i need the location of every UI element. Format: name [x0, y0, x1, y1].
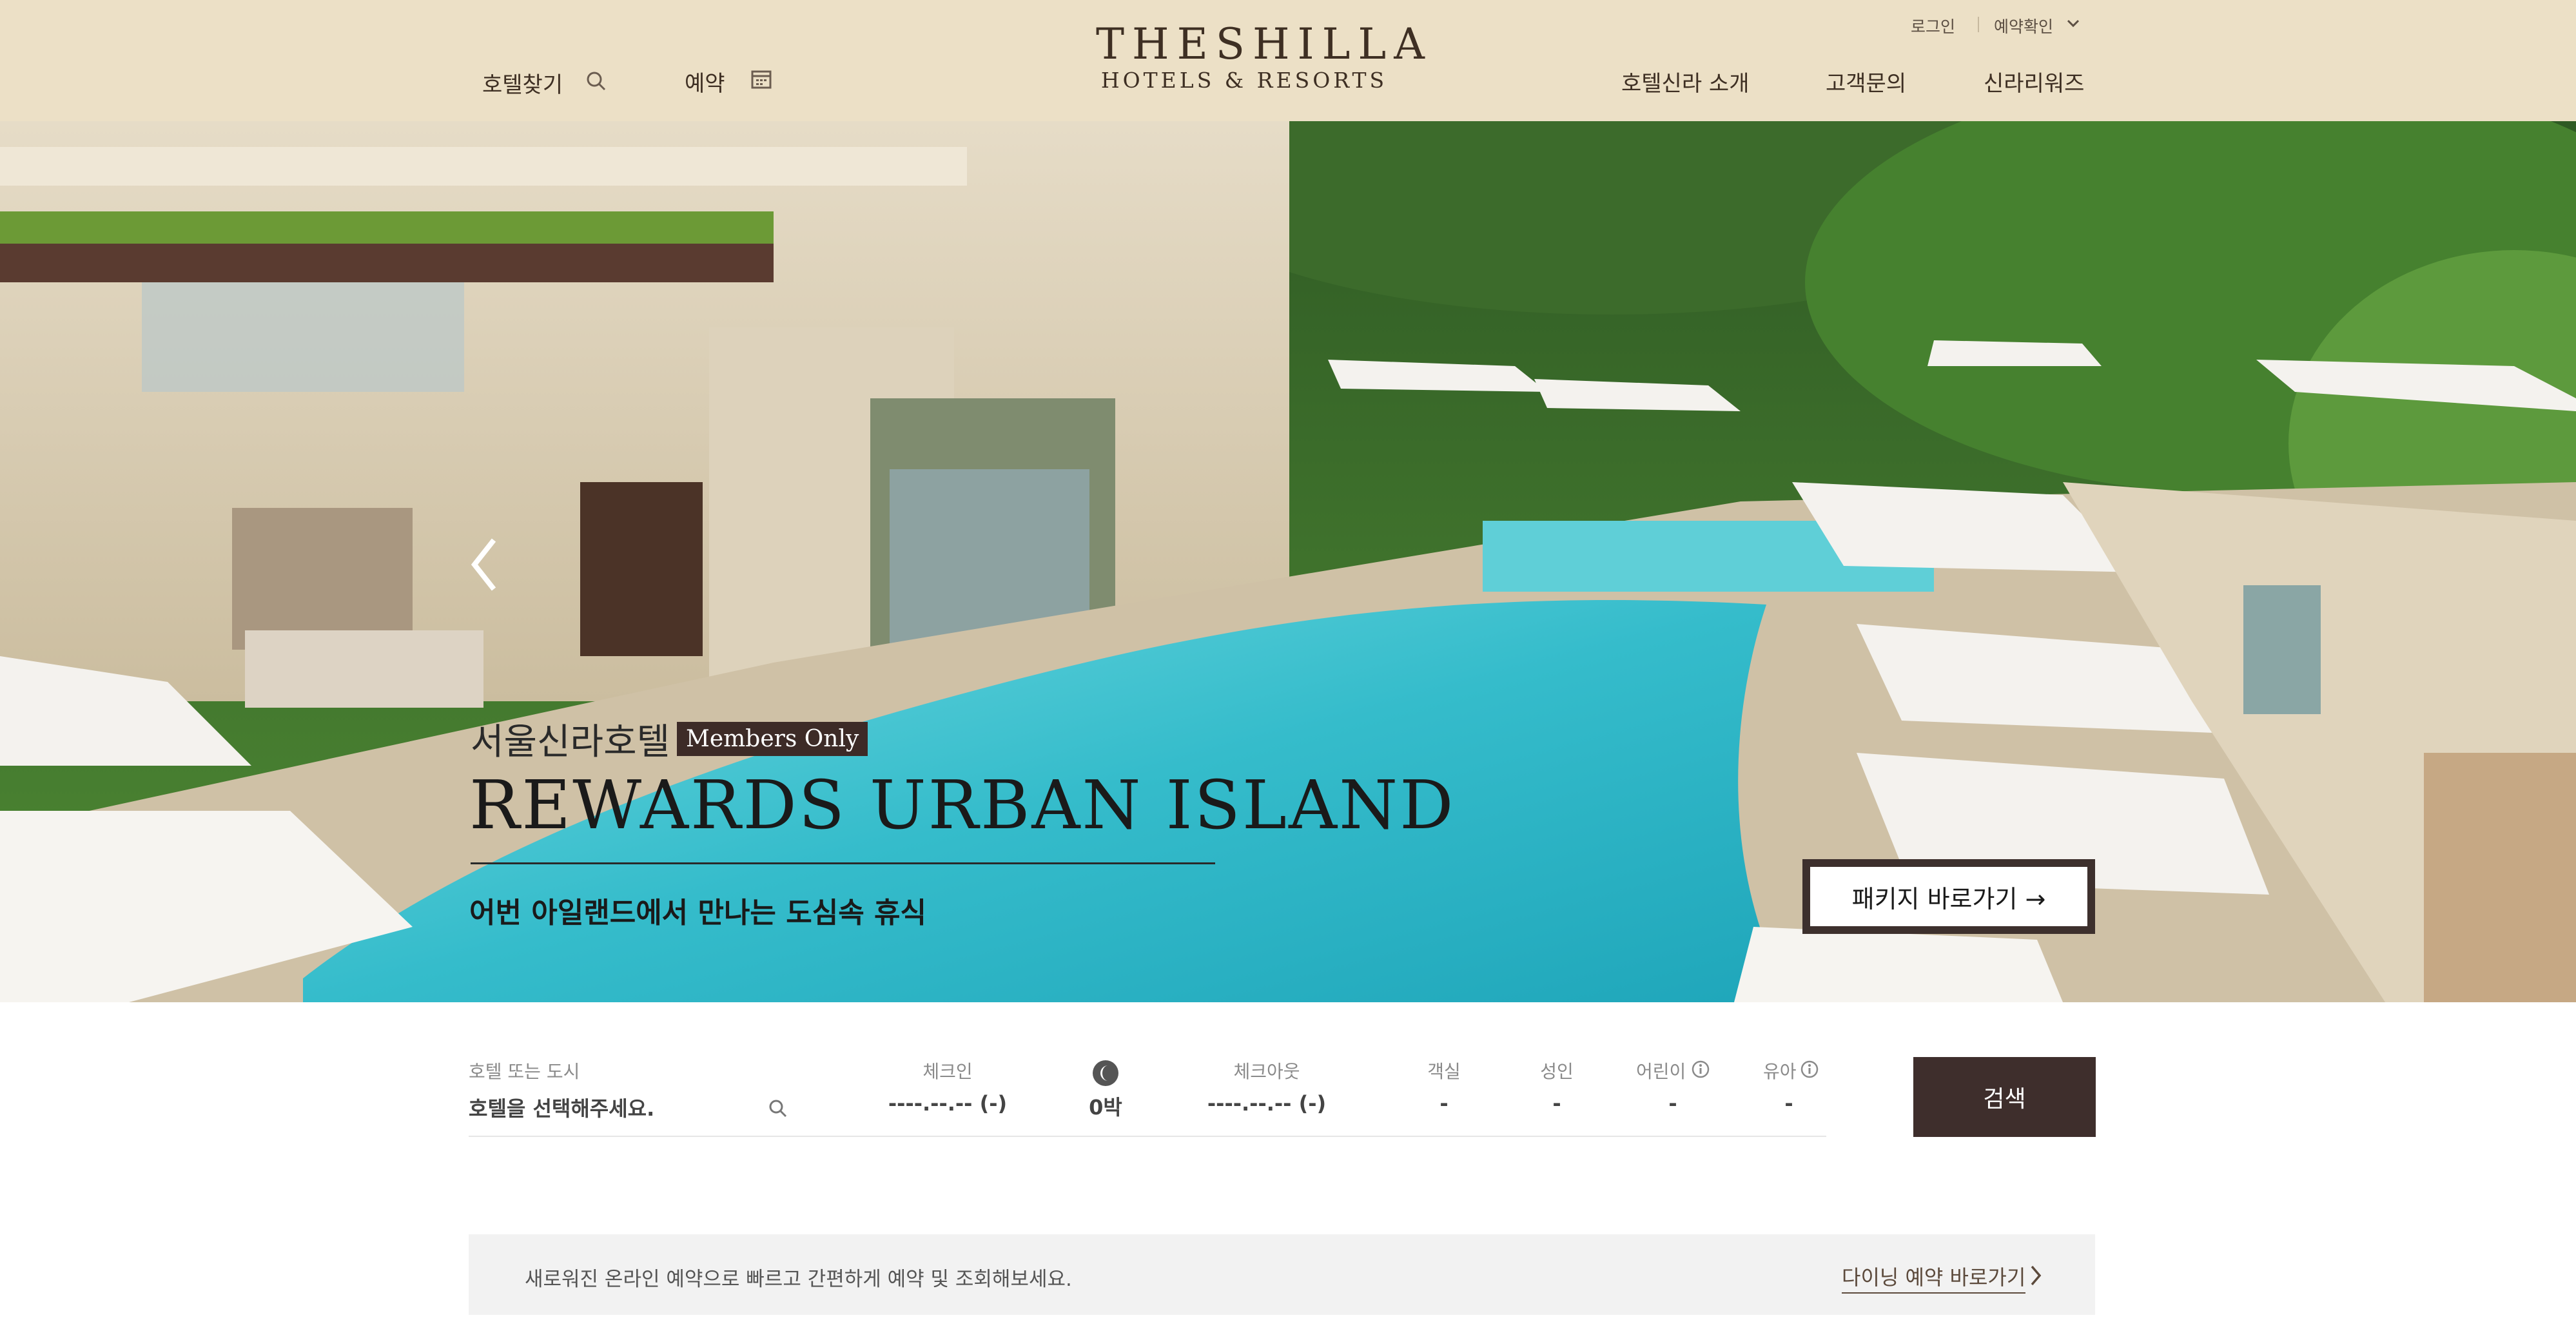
adults-field[interactable]: -: [1525, 1091, 1589, 1116]
nav-item-about-label: 호텔신라 소개: [1621, 71, 1750, 97]
children-label: 어린이: [1636, 1061, 1686, 1082]
hero-description: 어번 아일랜드에서 만나는 도심속 휴식: [469, 897, 926, 929]
checkout-value: ----.--.-- (-): [1207, 1091, 1327, 1116]
adults-label: 성인: [1540, 1061, 1574, 1082]
hero-image: [0, 121, 2576, 1002]
hotel-placeholder: 호텔을 선택해주세요.: [469, 1096, 655, 1121]
nav-item-contact[interactable]: 고객문의: [1826, 66, 1906, 97]
infants-label: 유아: [1763, 1061, 1797, 1082]
moon-icon: [1093, 1060, 1118, 1086]
children-label-wrap: 어린이: [1636, 1058, 1686, 1083]
nights-value: 0박: [1089, 1095, 1122, 1120]
rooms-label: 객실: [1427, 1061, 1461, 1082]
dining-reservation-label: 다이닝 예약 바로가기: [1842, 1265, 2026, 1290]
nav-item-rewards[interactable]: 신라리워즈: [1984, 66, 2084, 97]
chevron-down-icon[interactable]: [2066, 18, 2080, 28]
hotel-search-link[interactable]: 호텔찾기: [482, 67, 563, 99]
search-icon[interactable]: [767, 1098, 789, 1120]
infants-field[interactable]: -: [1757, 1091, 1821, 1116]
children-field[interactable]: -: [1641, 1091, 1705, 1116]
reservation-label: 예약: [685, 71, 725, 97]
checkin-date-field[interactable]: ----.--.-- (-): [857, 1091, 1038, 1116]
checkin-value: ----.--.-- (-): [888, 1091, 1008, 1116]
info-icon[interactable]: [1692, 1060, 1710, 1078]
hotel-search-label: 호텔찾기: [482, 72, 563, 98]
hero-subtitle: 서울신라호텔: [471, 721, 670, 763]
checkout-label: 체크아웃: [1233, 1061, 1300, 1082]
nav-item-rewards-label: 신라리워즈: [1984, 71, 2085, 97]
notice-text: 새로워진 온라인 예약으로 빠르고 간편하게 예약 및 조회해보세요.: [525, 1268, 1072, 1291]
adults-value: -: [1552, 1091, 1561, 1116]
package-button-label: 패키지 바로가기 →: [1851, 884, 2046, 913]
infants-label-wrap: 유아: [1763, 1058, 1797, 1083]
logo-main-text: THESHILLA: [1096, 19, 1432, 69]
search-button[interactable]: 검색: [1913, 1057, 2096, 1137]
hero-title: REWARDS URBAN ISLAND: [469, 766, 1456, 844]
nav-item-about[interactable]: 호텔신라 소개: [1621, 66, 1750, 97]
children-value: -: [1668, 1091, 1677, 1116]
reservation-check-label: 예약확인: [1994, 17, 2054, 36]
rooms-field[interactable]: -: [1412, 1091, 1476, 1116]
hotel-select-field[interactable]: 호텔을 선택해주세요.: [469, 1092, 654, 1122]
hero-banner: 서울신라호텔 Members Only REWARDS URBAN ISLAND…: [0, 121, 2576, 1002]
calendar-icon[interactable]: [750, 68, 772, 90]
infants-value: -: [1784, 1091, 1793, 1116]
hotel-field-label: 호텔 또는 도시: [469, 1061, 580, 1082]
rooms-value: -: [1439, 1091, 1449, 1116]
reservation-check-dropdown[interactable]: 예약확인: [1994, 14, 2053, 37]
checkout-date-field[interactable]: ----.--.-- (-): [1176, 1091, 1357, 1116]
chevron-right-icon[interactable]: [2029, 1264, 2043, 1287]
shilla-logo[interactable]: THESHILLA HOTELS & RESORTS: [1096, 19, 1432, 93]
login-label: 로그인: [1911, 17, 1956, 36]
package-button[interactable]: 패키지 바로가기 →: [1802, 859, 2095, 934]
nav-item-contact-label: 고객문의: [1826, 71, 1907, 97]
site-header: 호텔찾기 예약 THESHILLA HOTELS & RESORTS 로그인 예…: [0, 0, 2576, 121]
dining-reservation-link[interactable]: 다이닝 예약 바로가기: [1842, 1261, 2026, 1294]
search-icon[interactable]: [585, 70, 608, 93]
search-bar-underline: [469, 1136, 1826, 1137]
login-link[interactable]: 로그인: [1911, 14, 1955, 37]
search-button-label: 검색: [1983, 1086, 2026, 1112]
members-only-badge: Members Only: [677, 722, 868, 756]
reservation-notice-bar: 새로워진 온라인 예약으로 빠르고 간편하게 예약 및 조회해보세요. 다이닝 …: [469, 1234, 2095, 1315]
info-icon[interactable]: [1800, 1060, 1819, 1078]
checkin-label: 체크인: [922, 1061, 973, 1082]
logo-sub-text: HOTELS & RESORTS: [1100, 68, 1388, 93]
reservation-link[interactable]: 예약: [685, 66, 725, 97]
header-divider: [1978, 17, 1979, 32]
hero-divider: [471, 862, 1215, 864]
prev-slide-icon[interactable]: [465, 534, 504, 596]
